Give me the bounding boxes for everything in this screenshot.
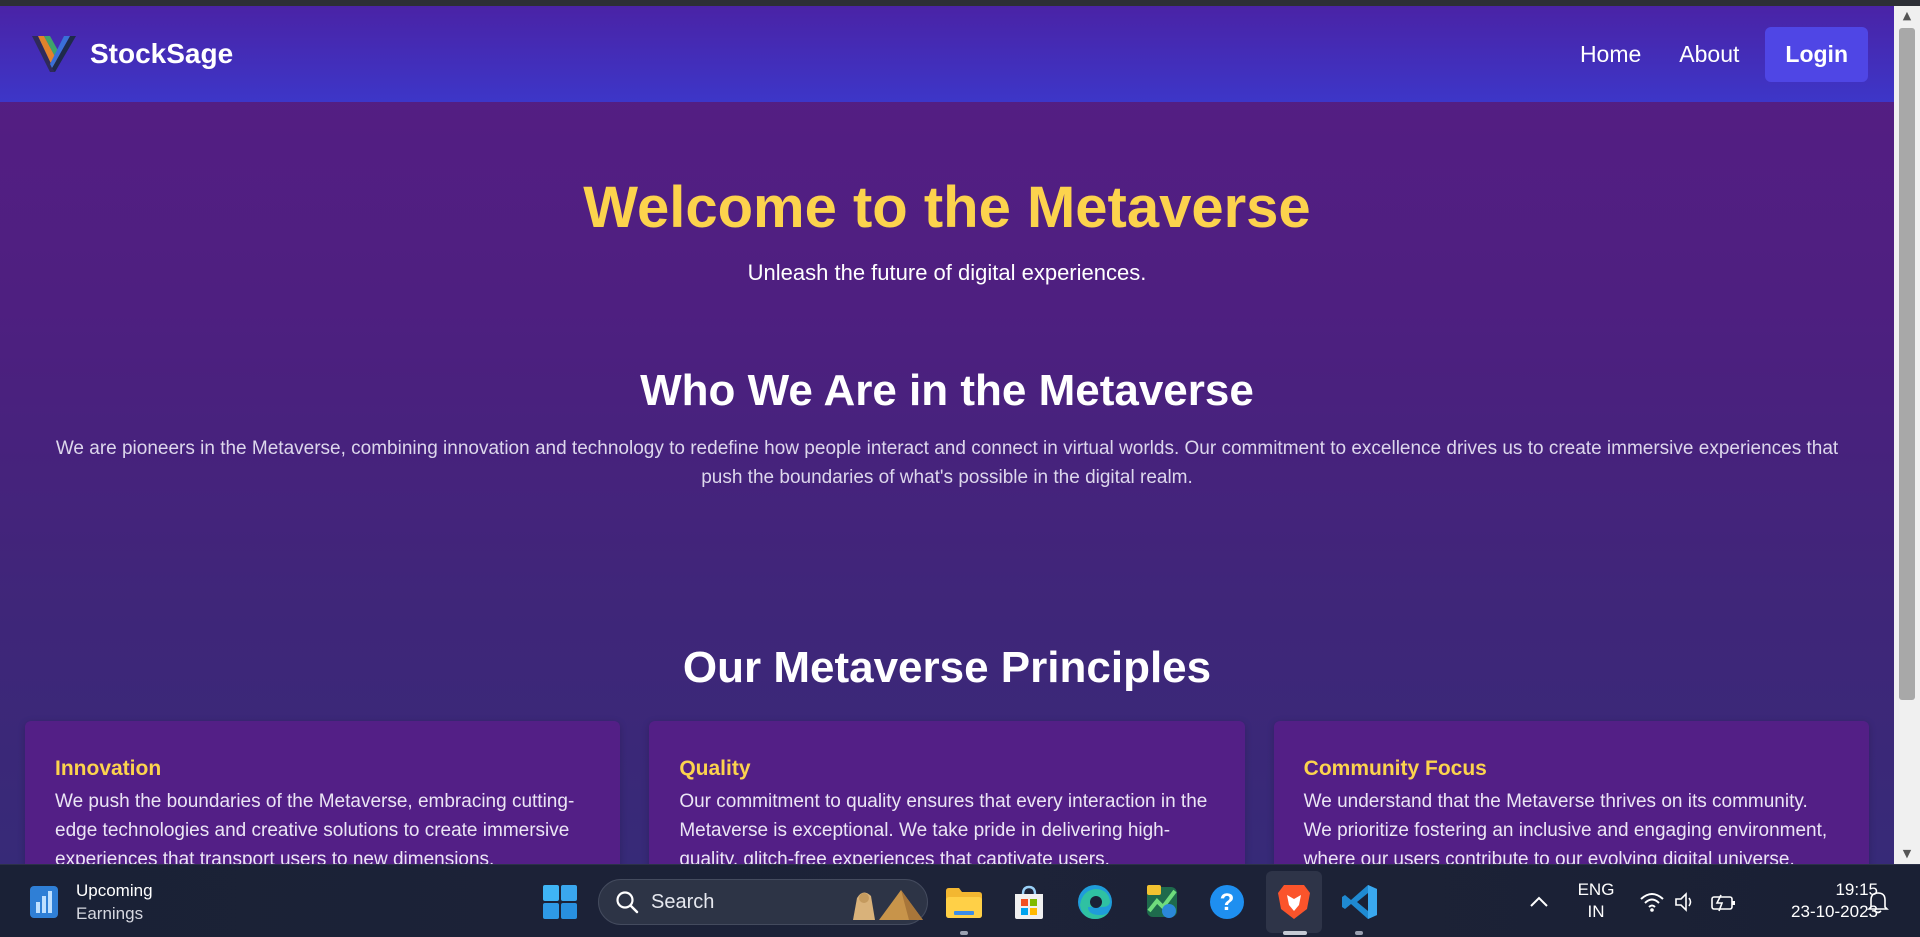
search-placeholder: Search (651, 890, 715, 913)
nav-home-link[interactable]: Home (1564, 31, 1657, 78)
card-title: Quality (679, 757, 751, 780)
active-app-indicator (1283, 931, 1307, 935)
stock-chart-icon (28, 884, 60, 920)
card-title: Innovation (55, 757, 162, 780)
principles-title: Our Metaverse Principles (682, 643, 1212, 692)
notification-bell-icon[interactable] (1856, 880, 1900, 924)
scroll-up-arrow-icon[interactable]: ▲ (1894, 6, 1920, 26)
earnings-widget[interactable]: Upcoming Earnings (28, 879, 153, 925)
brand[interactable]: StockSage (30, 32, 233, 76)
nav-links: Home About Login (1564, 26, 1868, 82)
web-page: StockSage Home About Login Welcome to th… (0, 6, 1894, 864)
scroll-thumb[interactable] (1899, 28, 1915, 700)
nav-about-link[interactable]: About (1663, 31, 1755, 78)
app-running-indicator (1355, 931, 1363, 935)
page-scrollbar[interactable]: ▲ ▼ (1894, 6, 1920, 864)
vscode-icon[interactable] (1338, 880, 1382, 924)
principle-card-community: Community Focus We understand that the M… (1273, 721, 1869, 864)
card-text: We understand that the Metaverse thrives… (1303, 791, 1828, 864)
stocksage-logo-icon (30, 32, 78, 76)
about-text: We are pioneers in the Metaverse, combin… (55, 438, 1839, 488)
taskbar: Upcoming Earnings Search ? ENG IN 19:15 … (0, 864, 1920, 937)
card-text: We push the boundaries of the Metaverse,… (55, 791, 575, 864)
battery-charging-icon[interactable] (1702, 880, 1746, 924)
hero-subtitle: Unleash the future of digital experience… (747, 260, 1147, 285)
widget-title: Upcoming (76, 881, 153, 900)
sphinx-pyramid-icon (849, 884, 923, 922)
chevron-up-icon[interactable] (1517, 880, 1561, 924)
microsoft-store-icon[interactable] (1007, 880, 1051, 924)
card-text: Our commitment to quality ensures that e… (679, 791, 1208, 864)
language-line1: ENG (1577, 880, 1615, 899)
svg-text:?: ? (1220, 889, 1235, 916)
language-indicator[interactable]: ENG IN (1576, 879, 1616, 923)
taskbar-search-box[interactable]: Search (598, 879, 928, 925)
brave-browser-icon[interactable] (1272, 880, 1316, 924)
principle-card-innovation: Innovation We push the boundaries of the… (25, 721, 621, 864)
hero-title: Welcome to the Metaverse (583, 175, 1311, 240)
app-running-indicator (960, 931, 968, 935)
screen: StockSage Home About Login Welcome to th… (0, 0, 1920, 937)
search-icon (616, 891, 639, 914)
language-line2: IN (1587, 902, 1605, 921)
brand-name: StockSage (90, 38, 234, 69)
principles-cards: Innovation We push the boundaries of the… (25, 721, 1869, 864)
scroll-down-arrow-icon[interactable]: ▼ (1894, 844, 1920, 864)
windows-start-icon[interactable] (538, 880, 582, 924)
help-icon[interactable]: ? (1205, 880, 1249, 924)
stock-app-icon[interactable] (1140, 880, 1184, 924)
widget-text: Upcoming Earnings (76, 879, 153, 925)
file-explorer-icon[interactable] (942, 880, 986, 924)
navbar: StockSage Home About Login (0, 6, 1894, 102)
card-title: Community Focus (1303, 757, 1487, 780)
edge-browser-icon[interactable] (1073, 880, 1117, 924)
widget-subtitle: Earnings (76, 904, 144, 923)
principle-card-quality: Quality Our commitment to quality ensure… (649, 721, 1245, 864)
about-title: Who We Are in the Metaverse (640, 366, 1254, 415)
login-button[interactable]: Login (1765, 26, 1868, 82)
